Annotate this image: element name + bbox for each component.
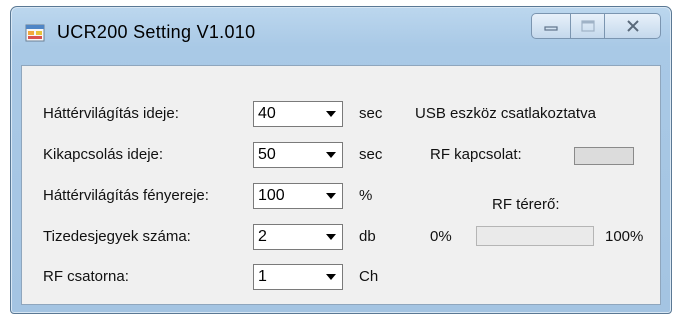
minimize-icon	[544, 26, 558, 31]
app-window-icon	[25, 24, 45, 42]
backlight-time-label: Háttérvilágítás ideje:	[43, 105, 179, 122]
rf-channel-value: 1	[258, 268, 267, 285]
rf-strength-min-label: 0%	[430, 228, 452, 245]
chevron-down-icon[interactable]	[320, 184, 342, 208]
caption-buttons	[531, 13, 661, 43]
usb-status-text: USB eszköz csatlakoztatva	[415, 105, 596, 122]
power-off-time-unit: sec	[359, 146, 383, 163]
maximize-icon	[580, 20, 595, 32]
backlight-brightness-unit: %	[359, 187, 373, 204]
chevron-down-icon[interactable]	[320, 225, 342, 249]
title-bar[interactable]: UCR200 Setting V1.010	[11, 7, 671, 59]
close-button[interactable]	[605, 13, 661, 39]
decimal-places-unit: db	[359, 228, 376, 245]
rf-channel-combo[interactable]: 1	[253, 264, 343, 290]
window-title: UCR200 Setting V1.010	[57, 22, 256, 42]
decimal-places-value: 2	[258, 228, 267, 245]
decimal-places-label: Tizedesjegyek száma:	[43, 228, 191, 245]
power-off-time-label: Kikapcsolás ideje:	[43, 146, 164, 163]
decimal-places-combo[interactable]: 2	[253, 224, 343, 250]
rf-channel-unit: Ch	[359, 268, 379, 285]
power-off-time-combo[interactable]: 50	[253, 142, 343, 168]
backlight-time-unit: sec	[359, 105, 383, 122]
backlight-brightness-label: Háttérvilágítás fényereje:	[43, 187, 209, 204]
minimize-button[interactable]	[531, 13, 571, 39]
power-off-time-value: 50	[258, 146, 276, 163]
chevron-down-icon[interactable]	[320, 102, 342, 126]
maximize-button[interactable]	[571, 13, 605, 39]
rf-strength-max-label: 100%	[605, 228, 644, 245]
backlight-brightness-combo[interactable]: 100	[253, 183, 343, 209]
settings-window: UCR200 Setting V1.010 Háttérvilágítás id…	[10, 6, 672, 314]
rf-channel-label: RF csatorna:	[43, 268, 129, 285]
close-icon	[626, 20, 639, 32]
rf-connection-indicator	[574, 147, 634, 165]
chevron-down-icon[interactable]	[320, 265, 342, 289]
chevron-down-icon[interactable]	[320, 143, 342, 167]
rf-strength-progress	[476, 226, 594, 246]
rf-strength-label: RF térerő:	[492, 196, 560, 213]
backlight-time-combo[interactable]: 40	[253, 101, 343, 127]
backlight-brightness-value: 100	[258, 187, 285, 204]
backlight-time-value: 40	[258, 105, 276, 122]
settings-panel: Háttérvilágítás ideje: 40 sec Kikapcsolá…	[21, 65, 661, 305]
rf-connection-label: RF kapcsolat:	[430, 146, 522, 163]
